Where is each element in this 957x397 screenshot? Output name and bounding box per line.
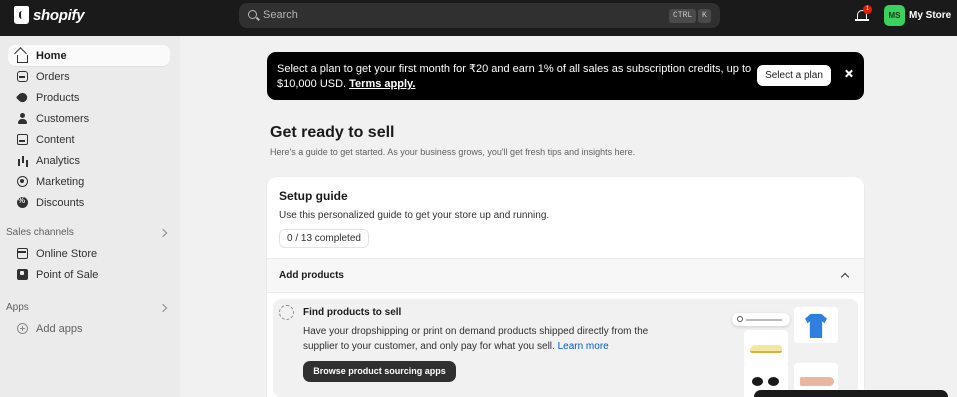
sidebar-item-point-of-sale[interactable]: Point of Sale	[8, 264, 170, 285]
pos-icon	[17, 269, 28, 280]
sidebar-item-label: Content	[36, 133, 75, 146]
sales-channels-title[interactable]: Sales channels	[6, 227, 74, 238]
shopify-logo[interactable]: shopify	[14, 6, 85, 24]
chevron-up-icon[interactable]	[840, 272, 850, 282]
terms-link[interactable]: Terms apply.	[349, 78, 415, 90]
tag-icon	[15, 90, 30, 105]
plan-banner: Select a plan to get your first month fo…	[267, 52, 864, 100]
tshirt-icon	[805, 314, 827, 338]
avatar[interactable]: MS	[884, 5, 905, 26]
content-icon	[17, 134, 28, 145]
setup-guide-title: Setup guide	[279, 189, 348, 203]
target-icon	[17, 176, 28, 187]
sidebar-item-orders[interactable]: Orders	[8, 66, 170, 87]
sidebar-item-label: Point of Sale	[36, 268, 99, 281]
bottom-panel-edge	[754, 390, 948, 397]
learn-more-link[interactable]: Learn more	[558, 341, 609, 352]
store-name[interactable]: My Store	[909, 10, 951, 21]
cosmetic-tube-icon	[800, 377, 834, 386]
chevron-right-icon[interactable]	[158, 228, 168, 238]
banner-message: Select a plan to get your first month fo…	[277, 62, 755, 92]
sidebar-item-label: Discounts	[36, 196, 85, 209]
search-icon	[248, 10, 257, 19]
task-title: Find products to sell	[303, 307, 402, 318]
sidebar-item-customers[interactable]: Customers	[8, 108, 170, 129]
shortcut-key-k: K	[698, 9, 711, 23]
home-icon	[17, 54, 28, 63]
task-find-products[interactable]: Find products to sell Have your dropship…	[273, 299, 858, 397]
sidebar-item-label: Orders	[36, 70, 70, 83]
sidebar-item-discounts[interactable]: Discounts	[8, 192, 170, 213]
shoe-icon	[750, 345, 782, 353]
task-description: Have your dropshipping or print on deman…	[303, 324, 673, 354]
close-icon[interactable]	[844, 69, 854, 79]
sidebar-item-content[interactable]: Content	[8, 129, 170, 150]
store-icon	[17, 248, 28, 259]
sidebar-item-label: Online Store	[36, 247, 98, 260]
sidebar-item-online-store[interactable]: Online Store	[8, 243, 170, 264]
brand-name: shopify	[33, 6, 85, 24]
sidebar: Home Orders Products Customers Content A…	[0, 36, 180, 397]
search-placeholder: Search	[263, 9, 298, 21]
add-products-section-header[interactable]: Add products	[267, 258, 864, 293]
notifications-bell-icon[interactable]: 1	[855, 5, 872, 22]
chevron-right-icon[interactable]	[158, 303, 168, 313]
search-input[interactable]: Search CTRL K	[239, 3, 720, 28]
plus-circle-icon	[17, 323, 28, 334]
sidebar-item-home[interactable]: Home	[8, 45, 170, 66]
sidebar-item-products[interactable]: Products	[8, 87, 170, 108]
illustration-tile-shoe	[744, 330, 788, 366]
orders-icon	[17, 71, 28, 82]
sidebar-item-label: Analytics	[36, 154, 81, 167]
bar-chart-icon	[17, 155, 28, 166]
sidebar-item-label: Marketing	[36, 175, 85, 188]
sidebar-item-label: Customers	[36, 112, 90, 125]
sidebar-item-analytics[interactable]: Analytics	[8, 150, 170, 171]
illustration-search-bar	[732, 313, 790, 326]
page-title: Get ready to sell	[270, 124, 395, 141]
sidebar-item-label: Add apps	[36, 322, 83, 335]
sidebar-item-label: Home	[36, 49, 67, 62]
illustration-tile-shirt	[794, 307, 838, 343]
apps-title[interactable]: Apps	[6, 302, 29, 313]
browse-sourcing-apps-button[interactable]: Browse product sourcing apps	[303, 361, 456, 382]
shopify-bag-icon	[14, 6, 29, 24]
shortcut-key-ctrl: CTRL	[669, 9, 697, 23]
progress-badge: 0 / 13 completed	[279, 229, 369, 248]
setup-guide-card: Setup guide Use this personalized guide …	[267, 177, 864, 397]
sidebar-item-add-apps[interactable]: Add apps	[8, 318, 170, 339]
section-title: Add products	[279, 270, 344, 281]
discount-icon	[17, 196, 28, 208]
page-subtitle: Here's a guide to get started. As your b…	[270, 147, 636, 157]
product-sourcing-illustration	[732, 305, 840, 397]
top-bar: shopify Search CTRL K 1 MS My Store	[0, 0, 957, 36]
notification-badge: 1	[863, 5, 872, 14]
sidebar-item-marketing[interactable]: Marketing	[8, 171, 170, 192]
setup-guide-description: Use this personalized guide to get your …	[279, 210, 550, 221]
person-icon	[17, 113, 28, 124]
sidebar-item-label: Products	[36, 91, 80, 104]
select-plan-button[interactable]: Select a plan	[757, 65, 831, 86]
incomplete-circle-icon[interactable]	[279, 305, 294, 320]
